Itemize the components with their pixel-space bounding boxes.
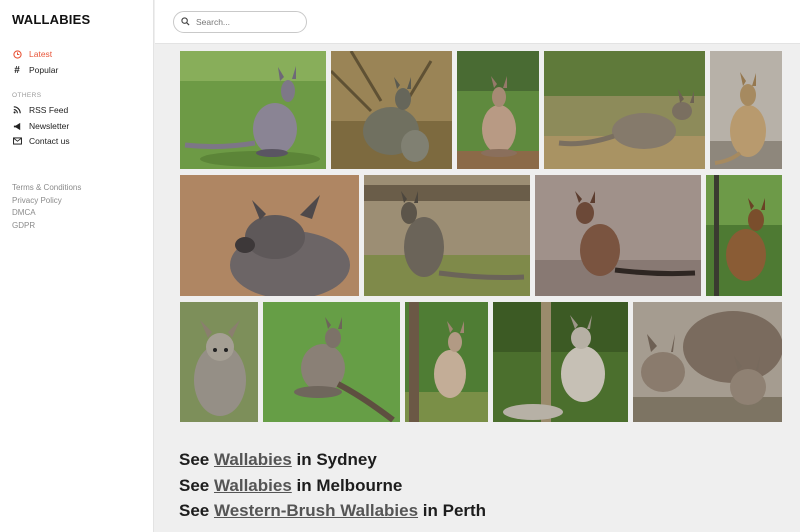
nav-label-newsletter: Newsletter bbox=[29, 121, 70, 131]
search-box[interactable] bbox=[173, 11, 307, 33]
western-brush-wallabies-link[interactable]: Western-Brush Wallabies bbox=[214, 501, 418, 520]
megaphone-icon bbox=[12, 121, 22, 131]
wallabies-link[interactable]: Wallabies bbox=[214, 476, 292, 495]
rss-icon bbox=[12, 105, 22, 115]
top-bar bbox=[155, 0, 800, 44]
search-icon bbox=[181, 13, 190, 31]
footer-link-privacy[interactable]: Privacy Policy bbox=[12, 196, 62, 205]
site-logo[interactable]: WALLABIES bbox=[12, 12, 90, 27]
wallabies-link[interactable]: Wallabies bbox=[214, 450, 292, 469]
wallaby-photo[interactable] bbox=[710, 51, 782, 169]
sidebar: WALLABIES Latest # Popular OTHERS RSS Fe… bbox=[0, 0, 154, 532]
nav-item-newsletter[interactable]: Newsletter bbox=[12, 119, 69, 133]
wallaby-photo[interactable] bbox=[180, 302, 258, 422]
search-input[interactable] bbox=[196, 17, 296, 27]
see-link-line: See Wallabies in Melbourne bbox=[179, 475, 486, 501]
wallaby-photo[interactable] bbox=[493, 302, 628, 422]
nav-item-popular[interactable]: # Popular bbox=[12, 63, 58, 77]
wallaby-photo[interactable] bbox=[544, 51, 705, 169]
wallaby-photo[interactable] bbox=[180, 51, 326, 169]
see-prefix: See bbox=[179, 501, 210, 520]
nav-item-rss-feed[interactable]: RSS Feed bbox=[12, 103, 68, 117]
see-links: See Wallabies in Sydney See Wallabies in… bbox=[179, 449, 486, 526]
footer-link-gdpr[interactable]: GDPR bbox=[12, 221, 35, 230]
wallaby-photo[interactable] bbox=[364, 175, 530, 296]
wallaby-photo[interactable] bbox=[180, 175, 359, 296]
wallaby-photo[interactable] bbox=[405, 302, 488, 422]
wallaby-photo[interactable] bbox=[457, 51, 539, 169]
clock-icon bbox=[12, 49, 22, 59]
see-prefix: See bbox=[179, 475, 210, 495]
section-label-others: OTHERS bbox=[12, 92, 42, 99]
nav-label-latest: Latest bbox=[29, 49, 53, 59]
nav-item-latest[interactable]: Latest bbox=[12, 47, 52, 61]
footer-link-dmca[interactable]: DMCA bbox=[12, 208, 36, 217]
see-suffix: in Sydney bbox=[296, 450, 377, 469]
nav-label-popular: Popular bbox=[29, 65, 59, 75]
nav-item-contact-us[interactable]: Contact us bbox=[12, 134, 70, 148]
wallaby-photo[interactable] bbox=[535, 175, 701, 296]
see-link-line: See Wallabies in Sydney bbox=[179, 449, 486, 475]
see-suffix: in Melbourne bbox=[296, 475, 403, 495]
wallaby-photo[interactable] bbox=[331, 51, 452, 169]
wallaby-photo[interactable] bbox=[633, 302, 782, 422]
wallaby-photo[interactable] bbox=[706, 175, 782, 296]
envelope-icon bbox=[12, 136, 22, 146]
wallaby-photo[interactable] bbox=[263, 302, 400, 422]
see-suffix: in Perth bbox=[422, 501, 487, 520]
see-link-line: See Western-Brush Wallabies in Perth bbox=[179, 500, 486, 526]
footer-link-terms[interactable]: Terms & Conditions bbox=[12, 183, 81, 192]
nav-label-rss-feed: RSS Feed bbox=[29, 105, 69, 115]
nav-label-contact-us: Contact us bbox=[29, 136, 70, 146]
hashtag-icon: # bbox=[14, 64, 20, 76]
see-prefix: See bbox=[179, 450, 210, 469]
